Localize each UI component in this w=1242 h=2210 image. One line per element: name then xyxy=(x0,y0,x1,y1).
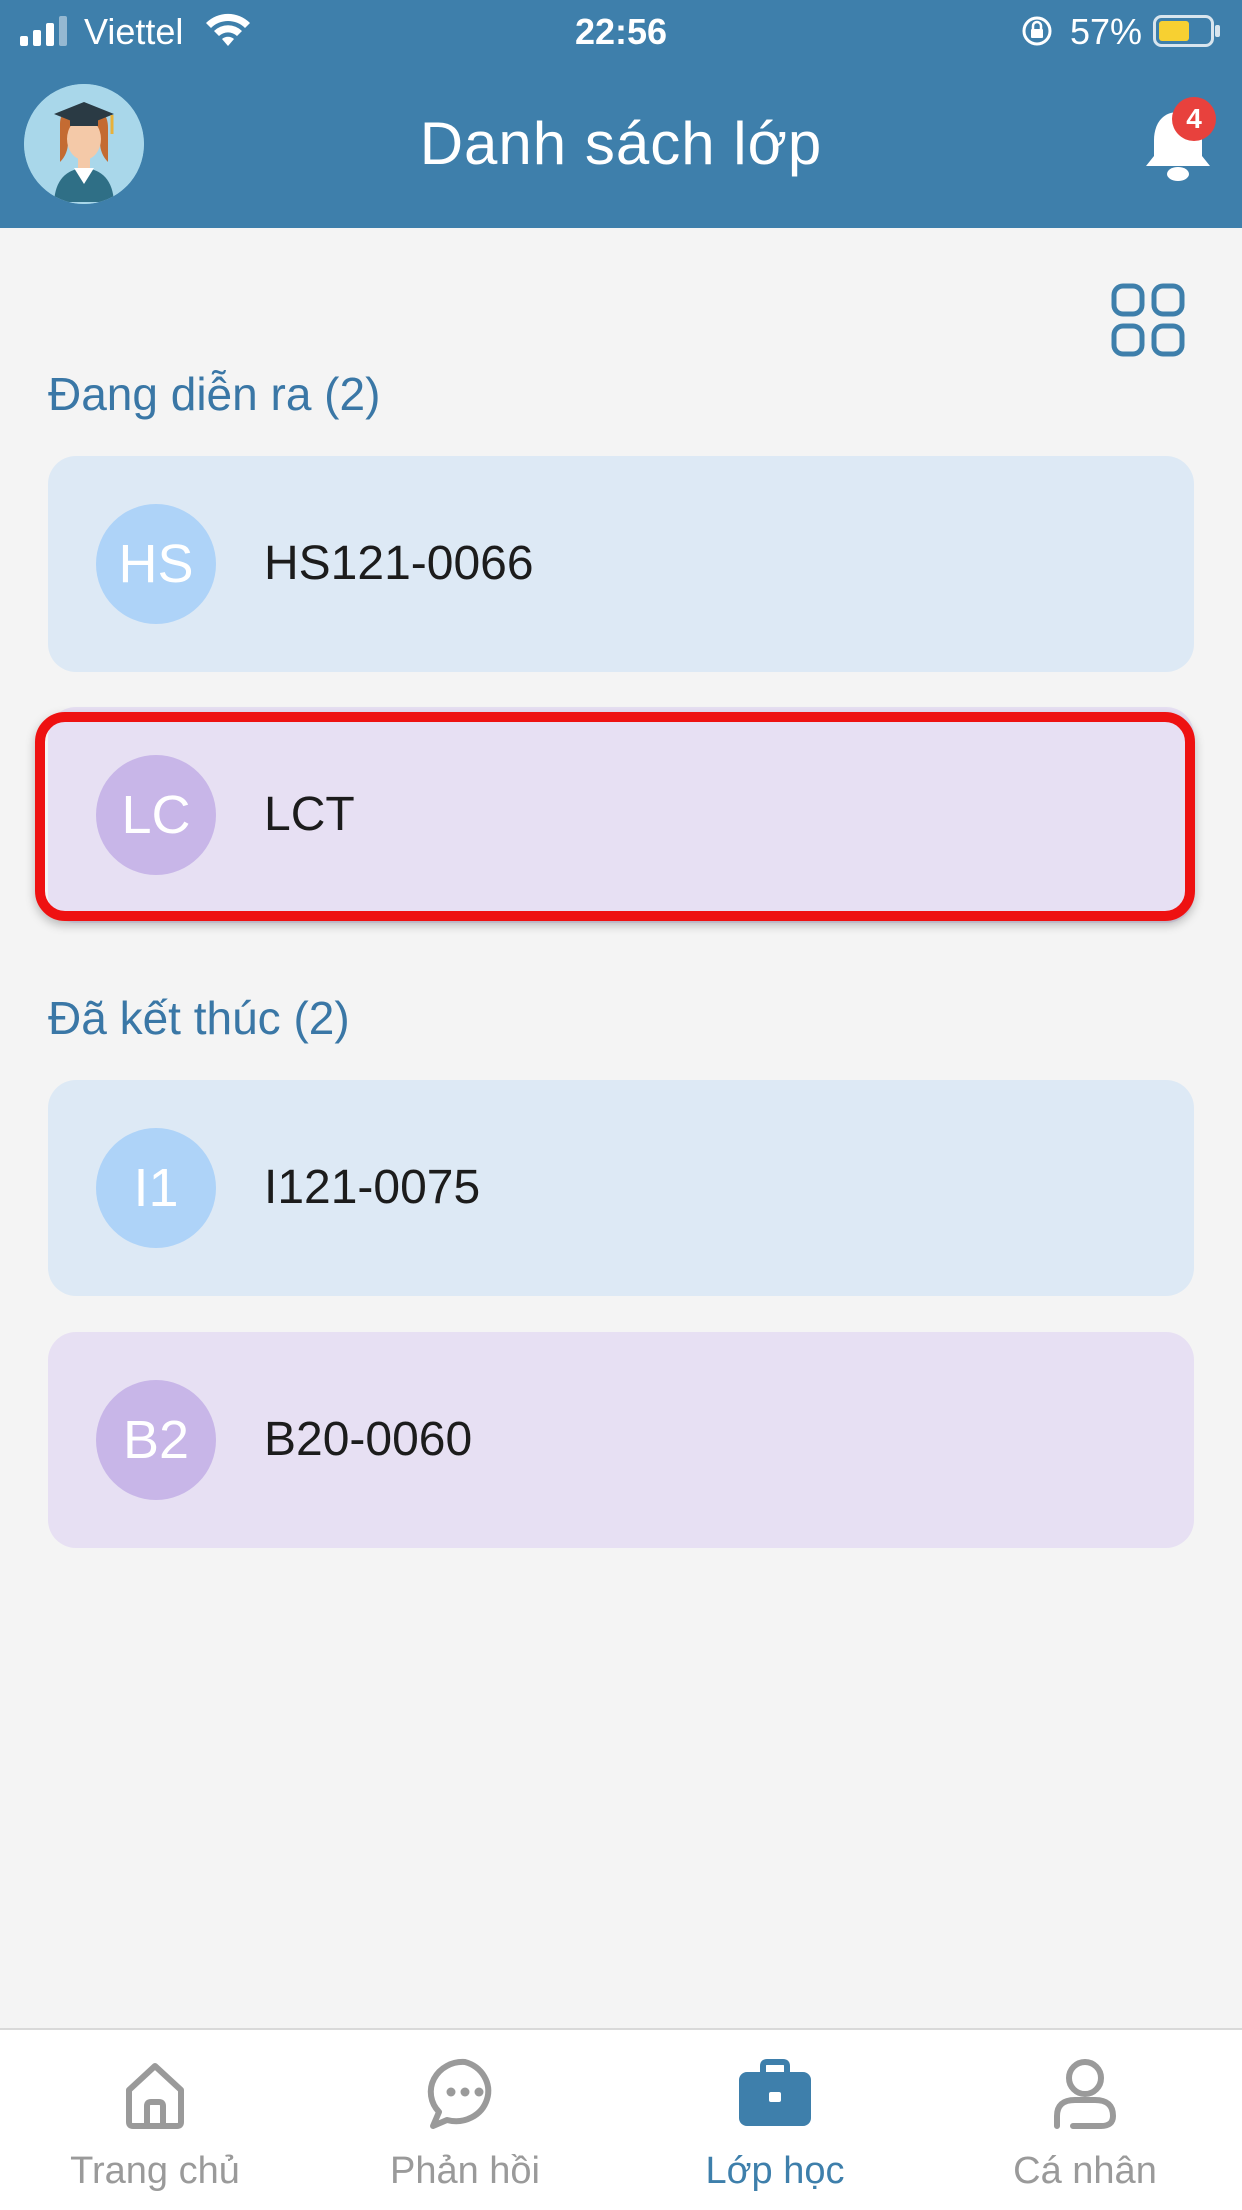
class-name: B20-0060 xyxy=(264,1413,473,1466)
section-title-ongoing: Đang diễn ra (2) xyxy=(48,368,381,420)
bottom-tab-bar: Trang chủ Phản hồi Lớp học Cá nhân xyxy=(0,2028,1242,2210)
status-time: 22:56 xyxy=(574,11,668,52)
home-icon xyxy=(126,2063,184,2129)
tab-profile[interactable]: Cá nhân xyxy=(930,2030,1240,2210)
tab-feedback[interactable]: Phản hồi xyxy=(310,2030,620,2210)
class-name: I121-0075 xyxy=(264,1161,481,1214)
tab-home[interactable]: Trang chủ xyxy=(0,2030,310,2210)
section-title-finished: Đã kết thúc (2) xyxy=(48,992,350,1044)
chat-icon xyxy=(427,2058,492,2129)
tab-label: Trang chủ xyxy=(70,2150,240,2192)
person-icon xyxy=(1054,2059,1117,2129)
orientation-lock-icon xyxy=(1022,16,1052,46)
status-bar: Viettel 22:56 57% xyxy=(0,0,1242,64)
tab-classes[interactable]: Lớp học xyxy=(620,2030,930,2210)
page-title: Danh sách lớp xyxy=(419,110,823,177)
class-card[interactable]: HS HS121-0066 xyxy=(48,456,1194,672)
class-initials-avatar: B2 xyxy=(96,1380,216,1500)
class-initials-avatar: I1 xyxy=(96,1128,216,1248)
class-name: HS121-0066 xyxy=(264,537,534,590)
tab-label: Phản hồi xyxy=(389,2150,540,2192)
notification-badge: 4 xyxy=(1172,97,1216,141)
selection-highlight xyxy=(35,712,1195,921)
tab-label: Lớp học xyxy=(705,2150,845,2192)
battery-icon xyxy=(1153,15,1220,47)
class-card[interactable]: I1 I121-0075 xyxy=(48,1080,1194,1296)
class-card[interactable]: B2 B20-0060 xyxy=(48,1332,1194,1548)
grid-view-icon[interactable] xyxy=(1110,282,1186,358)
briefcase-icon xyxy=(739,2059,811,2126)
class-initials-avatar: HS xyxy=(96,504,216,624)
battery-percent: 57% xyxy=(1070,11,1143,52)
tab-label: Cá nhân xyxy=(1013,2150,1157,2192)
header-bar: Viettel 22:56 57% Danh sách lớp 4 xyxy=(0,0,1242,228)
